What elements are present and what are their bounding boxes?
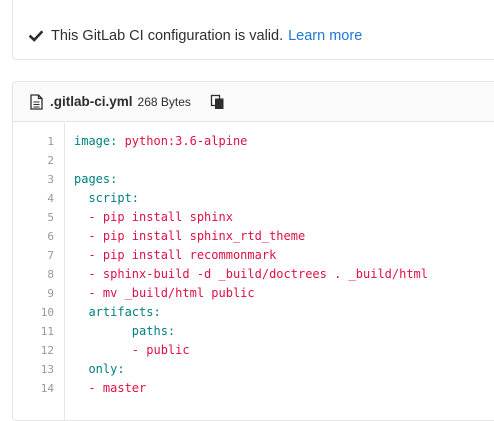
line-number[interactable]: 3 [24, 170, 54, 189]
line-number[interactable]: 14 [24, 379, 54, 398]
code-value: - mv _build/html public [88, 286, 255, 300]
copy-icon[interactable] [210, 94, 226, 110]
code-key: script: [88, 191, 140, 205]
file-name: .gitlab-ci.yml [50, 94, 133, 109]
validation-message: This GitLab CI configuration is valid. L… [29, 28, 362, 44]
code-key: pages: [74, 172, 118, 186]
code-viewer: 1 2 3 4 5 6 7 8 9 10 11 12 13 14 image: python:3.6-al… [13, 123, 494, 420]
code-line: - mv _build/html public [74, 284, 255, 303]
validation-text: This GitLab CI configuration is valid. [51, 28, 284, 44]
code-line: - pip install sphinx_rtd_theme [74, 227, 305, 246]
code-key: paths: [131, 324, 176, 338]
code-line: only: [74, 360, 125, 379]
code-value: - pip install sphinx [88, 210, 233, 224]
line-number[interactable]: 5 [24, 208, 54, 227]
line-number[interactable]: 4 [24, 189, 54, 208]
line-number-gutter: 1 2 3 4 5 6 7 8 9 10 11 12 13 14 [13, 123, 65, 420]
code-line: pages: [74, 170, 117, 189]
line-number[interactable]: 6 [24, 227, 54, 246]
line-number[interactable]: 12 [24, 341, 54, 360]
code-value: - pip install recommonmark [88, 248, 277, 262]
line-number[interactable]: 13 [24, 360, 54, 379]
line-number[interactable]: 8 [24, 265, 54, 284]
learn-more-link[interactable]: Learn more [288, 28, 362, 44]
code-key: artifacts: [88, 305, 161, 319]
code-value: - sphinx-build -d _build/doctrees . _bui… [88, 267, 429, 281]
file-header: .gitlab-ci.yml 268 Bytes [13, 82, 494, 122]
code-line: - master [74, 379, 146, 398]
code-value: python:3.6-alpine [117, 134, 248, 148]
code-line: artifacts: [74, 303, 161, 322]
line-number[interactable]: 7 [24, 246, 54, 265]
code-line: - sphinx-build -d _build/doctrees . _bui… [74, 265, 428, 284]
code-line: paths: [74, 322, 175, 341]
line-number[interactable]: 1 [24, 132, 54, 151]
code-line: image: python:3.6-alpine [74, 132, 247, 151]
line-number[interactable]: 10 [24, 303, 54, 322]
checkmark-icon [29, 30, 43, 42]
line-number[interactable]: 11 [24, 322, 54, 341]
code-key: only: [88, 362, 125, 376]
code-line: - public [74, 341, 190, 360]
code-line: - pip install sphinx [74, 208, 233, 227]
code-value: - master [88, 381, 147, 395]
code-line: - pip install recommonmark [74, 246, 276, 265]
line-number[interactable]: 2 [24, 151, 54, 170]
code-key: image: [74, 134, 118, 148]
file-viewer: .gitlab-ci.yml 268 Bytes 1 2 3 4 5 6 7 8 9 10 11 12… [12, 81, 494, 421]
code-value: - pip install sphinx_rtd_theme [88, 229, 306, 243]
code-value: - public [131, 343, 190, 357]
file-icon [30, 93, 43, 110]
validation-panel: This GitLab CI configuration is valid. L… [12, 0, 494, 60]
file-size: 268 Bytes [137, 94, 191, 109]
code-line: script: [74, 189, 139, 208]
line-number[interactable]: 9 [24, 284, 54, 303]
